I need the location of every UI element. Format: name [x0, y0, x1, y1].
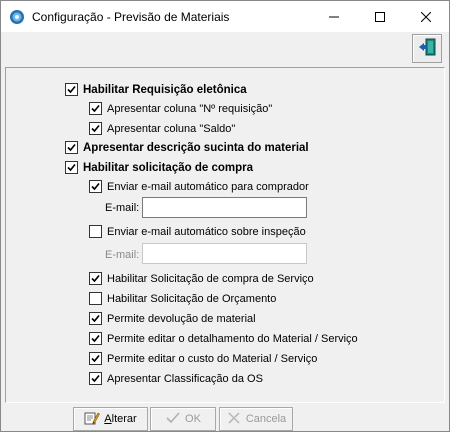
checkbox-email-comprador[interactable]: Enviar e-mail automático para comprador — [89, 180, 309, 193]
checkbox-label: Permite editar o custo do Material / Ser… — [107, 352, 318, 365]
checkbox-box[interactable] — [89, 225, 102, 238]
checkbox-label: Permite editar o detalhamento do Materia… — [107, 332, 358, 345]
close-button[interactable] — [403, 1, 449, 32]
checkbox-label: Apresentar coluna "Saldo" — [107, 122, 236, 135]
checkbox-box[interactable] — [65, 83, 78, 96]
checkbox-box[interactable] — [89, 122, 102, 135]
email-inspecao-label: E-mail: — [105, 249, 140, 261]
exit-button[interactable] — [412, 34, 442, 63]
cancela-label: Cancela — [245, 413, 287, 425]
title-bar[interactable]: Configuração - Previsão de Materiais — [1, 1, 449, 32]
alterar-label: Alterar — [104, 413, 137, 425]
checkbox-label: Habilitar Solicitação de Orçamento — [107, 292, 277, 305]
checkbox-box[interactable] — [89, 352, 102, 365]
alterar-button[interactable]: Alterar — [73, 407, 148, 431]
check-icon — [165, 410, 181, 429]
checkbox-req-eletronica[interactable]: Habilitar Requisição eletônica — [65, 83, 247, 96]
ok-button[interactable]: OK — [150, 407, 216, 431]
email-inspecao-input[interactable] — [142, 243, 307, 264]
options-panel: Habilitar Requisição eletônica Apresenta… — [5, 67, 445, 403]
checkbox-label: Enviar e-mail automático sobre inspeção — [107, 225, 306, 238]
checkbox-sol-compra[interactable]: Habilitar solicitação de compra — [65, 161, 253, 174]
checkbox-label: Habilitar solicitação de compra — [83, 161, 254, 174]
checkbox-box[interactable] — [89, 272, 102, 285]
bottom-button-bar: Alterar OK Cancela — [1, 405, 449, 432]
cancel-x-icon — [226, 410, 242, 429]
checkbox-editar-detalhamento[interactable]: Permite editar o detalhamento do Materia… — [89, 332, 358, 345]
window-title: Configuração - Previsão de Materiais — [32, 10, 230, 24]
checkbox-label: Apresentar descrição sucinta do material — [83, 141, 309, 154]
email-comprador-label: E-mail: — [105, 202, 140, 214]
maximize-button[interactable] — [357, 1, 403, 32]
checkbox-devolucao[interactable]: Permite devolução de material — [89, 312, 256, 325]
email-comprador-input[interactable] — [142, 197, 307, 218]
cancela-button[interactable]: Cancela — [219, 407, 293, 431]
checkbox-box[interactable] — [89, 332, 102, 345]
checkbox-sol-orcamento[interactable]: Habilitar Solicitação de Orçamento — [89, 292, 276, 305]
ok-label: OK — [185, 413, 201, 425]
checkbox-col-num-req[interactable]: Apresentar coluna "Nº requisição" — [89, 102, 272, 115]
checkbox-box[interactable] — [89, 372, 102, 385]
checkbox-box[interactable] — [89, 102, 102, 115]
checkbox-box[interactable] — [89, 292, 102, 305]
checkbox-email-inspecao[interactable]: Enviar e-mail automático sobre inspeção — [89, 225, 306, 238]
checkbox-box[interactable] — [65, 161, 78, 174]
checkbox-box[interactable] — [89, 312, 102, 325]
checkbox-box[interactable] — [89, 180, 102, 193]
checkbox-col-saldo[interactable]: Apresentar coluna "Saldo" — [89, 122, 235, 135]
checkbox-label: Habilitar Solicitação de compra de Servi… — [107, 272, 314, 285]
toolbar — [1, 32, 449, 65]
checkbox-classificacao-os[interactable]: Apresentar Classificação da OS — [89, 372, 263, 385]
checkbox-label: Apresentar Classificação da OS — [107, 372, 263, 385]
checkbox-label: Enviar e-mail automático para comprador — [107, 180, 309, 193]
checkbox-label: Habilitar Requisição eletônica — [83, 83, 247, 96]
minimize-button[interactable] — [311, 1, 357, 32]
exit-door-icon — [417, 37, 437, 60]
checkbox-label: Apresentar coluna "Nº requisição" — [107, 102, 273, 115]
checkbox-desc-sucinta[interactable]: Apresentar descrição sucinta do material — [65, 141, 309, 154]
checkbox-sol-servico[interactable]: Habilitar Solicitação de compra de Servi… — [89, 272, 314, 285]
edit-pencil-icon — [84, 410, 101, 429]
checkbox-label: Permite devolução de material — [107, 312, 256, 325]
config-window: Configuração - Previsão de Materiais Hab… — [0, 0, 450, 432]
app-globe-icon — [9, 9, 25, 25]
checkbox-box[interactable] — [65, 141, 78, 154]
checkbox-editar-custo[interactable]: Permite editar o custo do Material / Ser… — [89, 352, 317, 365]
